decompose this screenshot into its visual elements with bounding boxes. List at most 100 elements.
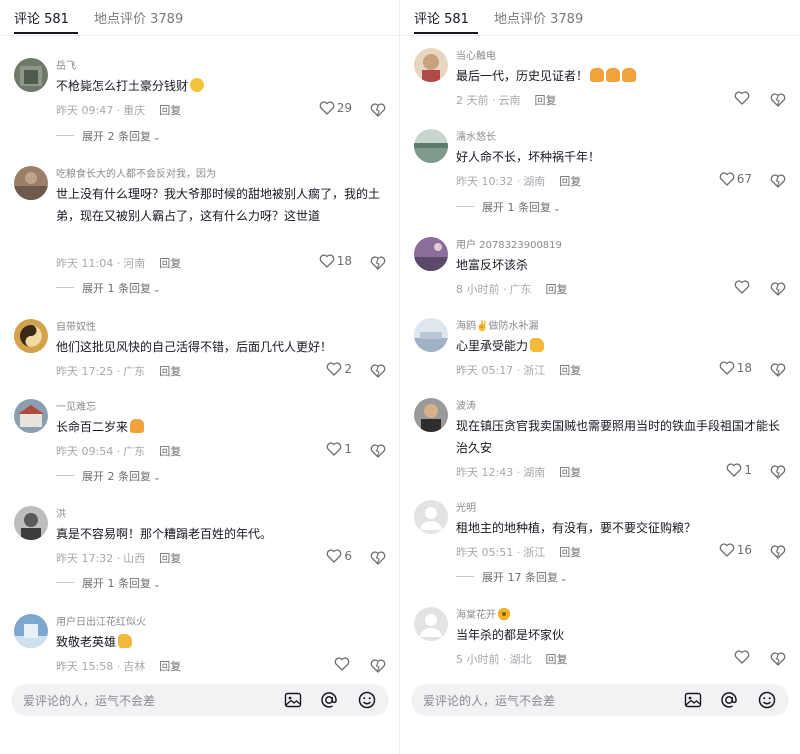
- tab-comments[interactable]: 评论 581: [414, 8, 469, 27]
- dislike-button[interactable]: [770, 362, 786, 381]
- avatar[interactable]: [14, 58, 48, 92]
- expand-replies-button[interactable]: 展开 1 条回复 ⌄: [56, 280, 161, 296]
- username[interactable]: 用户日出江花红似火: [56, 613, 146, 628]
- like-button[interactable]: [734, 91, 752, 105]
- comment-tabs: 评论 581 地点评价 3789: [0, 0, 400, 36]
- avatar[interactable]: [14, 319, 48, 353]
- avatar[interactable]: [414, 237, 448, 271]
- like-button[interactable]: [334, 657, 352, 671]
- comment-text: 最后一代，历史见证者！: [456, 65, 782, 87]
- emoji-icon[interactable]: [757, 690, 777, 710]
- avatar[interactable]: [414, 607, 448, 641]
- emoji-icon[interactable]: [357, 690, 377, 710]
- dislike-button[interactable]: [370, 102, 386, 121]
- comment-input-bar[interactable]: 爱评论的人，运气不会差: [411, 684, 789, 716]
- at-icon[interactable]: [319, 690, 339, 710]
- expand-replies-button[interactable]: 展开 1 条回复 ⌄: [456, 199, 561, 215]
- comment-text: 当年杀的都是坏家伙: [456, 628, 565, 642]
- avatar[interactable]: [14, 399, 48, 433]
- reply-button[interactable]: 回复: [159, 104, 181, 117]
- comment-text: 现在镇压贪官我卖国贼也需要照用当时的铁血手段祖国才能长治久安: [456, 419, 781, 455]
- comment-text: 他们这批见风快的自己活得不错，后面几代人更好！: [56, 340, 333, 354]
- dislike-button[interactable]: [370, 550, 386, 569]
- pray-emoji-icon: [606, 68, 621, 82]
- expand-replies-button[interactable]: 展开 2 条回复 ⌄: [56, 128, 161, 144]
- image-icon[interactable]: [683, 690, 703, 710]
- reply-button[interactable]: 回复: [159, 552, 181, 565]
- like-count: 16: [736, 543, 752, 557]
- username[interactable]: 光明: [456, 499, 476, 514]
- avatar[interactable]: [414, 48, 448, 82]
- avatar[interactable]: [414, 398, 448, 432]
- tab-place-reviews[interactable]: 地点评价 3789: [494, 8, 583, 27]
- comment-list[interactable]: 当心触电 最后一代，历史见证者！ 2 天前 · 云南 回复 濡水悠长 好人命不长，坏…: [400, 37, 800, 677]
- dislike-button[interactable]: [370, 363, 386, 382]
- dislike-button[interactable]: [770, 281, 786, 300]
- expand-replies-button[interactable]: 展开 17 条回复 ⌄: [456, 569, 568, 585]
- dislike-button[interactable]: [370, 658, 386, 677]
- avatar[interactable]: [14, 166, 48, 200]
- username[interactable]: 自带奴性: [56, 318, 96, 333]
- like-button[interactable]: 2: [326, 362, 352, 376]
- reply-button[interactable]: 回复: [559, 175, 581, 188]
- reply-button[interactable]: 回复: [159, 365, 181, 378]
- comment-list[interactable]: 岳飞 不枪毙怎么打土豪分钱财 昨天 09:47 · 重庆 回复 29 展开 2 条回…: [0, 37, 400, 677]
- at-icon[interactable]: [719, 690, 739, 710]
- like-button[interactable]: 16: [719, 543, 752, 557]
- like-count: 6: [344, 549, 352, 563]
- expand-replies-button[interactable]: 展开 2 条回复 ⌄: [56, 468, 161, 484]
- username[interactable]: 一见难忘: [56, 398, 96, 413]
- heart-icon: [727, 463, 742, 477]
- username[interactable]: 当心触电: [456, 47, 496, 62]
- username[interactable]: 岳飞: [56, 57, 76, 72]
- chevron-down-icon: ⌄: [153, 473, 161, 483]
- comment-input-bar[interactable]: 爱评论的人，运气不会差: [11, 684, 389, 716]
- expand-replies-button[interactable]: 展开 1 条回复 ⌄: [56, 575, 161, 591]
- reply-button[interactable]: 回复: [159, 257, 181, 270]
- comment-meta: 昨天 05:17 · 浙江 回复: [456, 364, 582, 377]
- like-button[interactable]: [734, 650, 752, 664]
- reply-button[interactable]: 回复: [159, 445, 181, 458]
- reply-button[interactable]: 回复: [159, 660, 181, 673]
- tab-comments[interactable]: 评论 581: [14, 8, 69, 27]
- like-button[interactable]: 1: [726, 463, 752, 477]
- like-button[interactable]: [734, 280, 752, 294]
- like-button[interactable]: 18: [719, 361, 752, 375]
- like-button[interactable]: 67: [719, 172, 752, 186]
- reply-button[interactable]: 回复: [559, 364, 581, 377]
- reply-button[interactable]: 回复: [546, 283, 568, 296]
- dislike-button[interactable]: [770, 173, 786, 192]
- like-button[interactable]: 6: [326, 549, 352, 563]
- chevron-down-icon: ⌄: [560, 574, 568, 584]
- reply-button[interactable]: 回复: [559, 546, 581, 559]
- image-icon[interactable]: [283, 690, 303, 710]
- dislike-button[interactable]: [370, 443, 386, 462]
- dislike-button[interactable]: [770, 92, 786, 111]
- like-button[interactable]: 29: [319, 101, 352, 115]
- dislike-button[interactable]: [770, 464, 786, 483]
- dislike-button[interactable]: [770, 651, 786, 670]
- avatar[interactable]: [414, 500, 448, 534]
- dislike-button[interactable]: [770, 544, 786, 563]
- comment-input-placeholder[interactable]: 爱评论的人，运气不会差: [423, 692, 555, 709]
- like-button[interactable]: 1: [326, 442, 352, 456]
- like-button[interactable]: 18: [319, 254, 352, 268]
- reply-button[interactable]: 回复: [559, 466, 581, 479]
- dislike-button[interactable]: [370, 255, 386, 274]
- username[interactable]: 吃粮食长大的人都不会反对我，因为: [56, 165, 216, 180]
- username[interactable]: 海棠花开: [456, 606, 510, 621]
- username[interactable]: 洪: [56, 505, 66, 520]
- avatar[interactable]: [14, 614, 48, 648]
- username[interactable]: 波涛: [456, 397, 476, 412]
- avatar[interactable]: [14, 506, 48, 540]
- tab-place-reviews[interactable]: 地点评价 3789: [94, 8, 183, 27]
- reply-button[interactable]: 回复: [546, 653, 568, 666]
- avatar[interactable]: [414, 129, 448, 163]
- reply-button[interactable]: 回复: [535, 94, 557, 107]
- avatar[interactable]: [414, 318, 448, 352]
- username[interactable]: 海鸥✌️做防水补漏: [456, 317, 538, 332]
- username[interactable]: 濡水悠长: [456, 128, 496, 143]
- username[interactable]: 用户 2078323900819: [456, 236, 562, 251]
- comment-input-placeholder[interactable]: 爱评论的人，运气不会差: [23, 692, 155, 709]
- dislike-heart-icon: [770, 652, 786, 666]
